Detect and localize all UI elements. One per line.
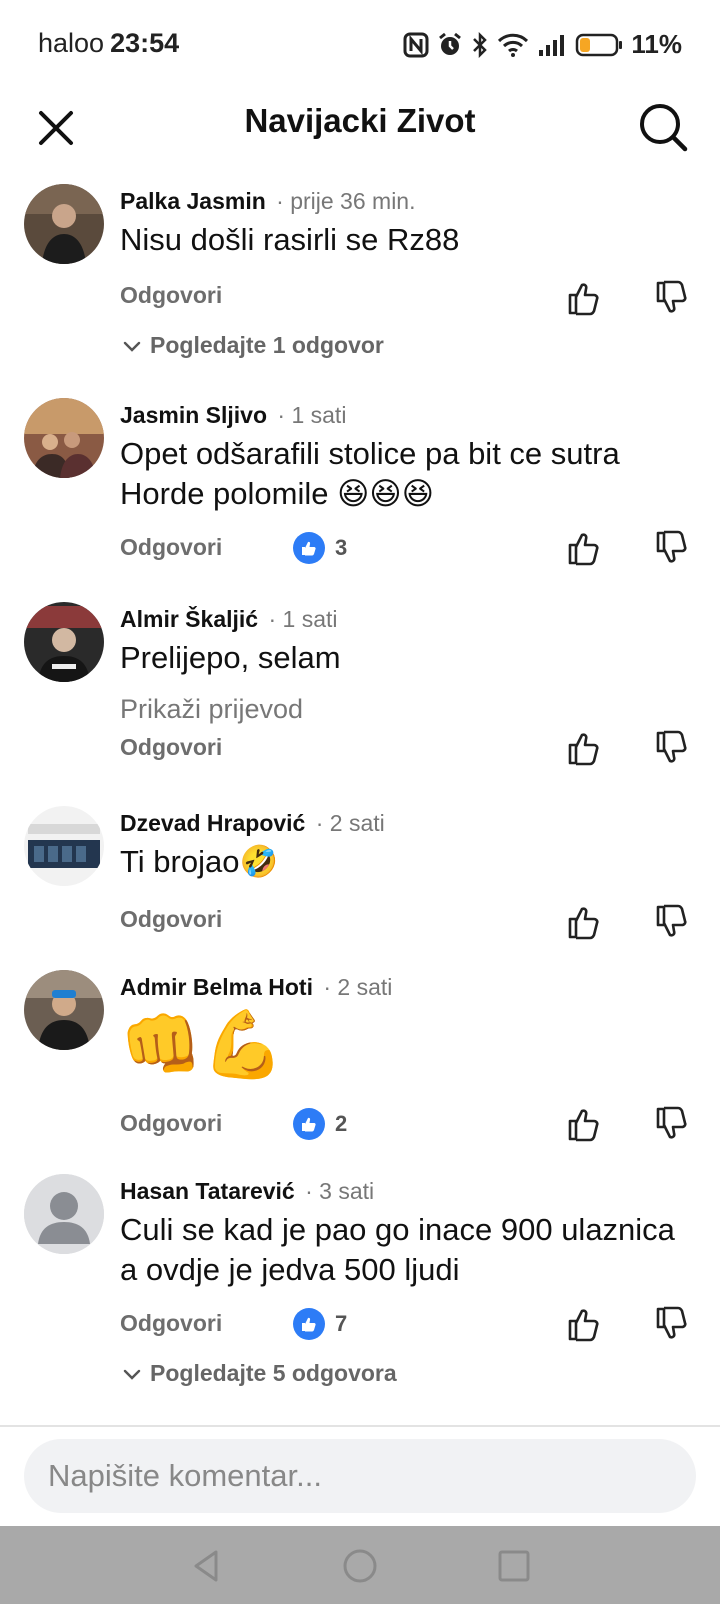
header: Navijacki Zivot: [0, 90, 720, 180]
avatar[interactable]: [24, 806, 104, 886]
thumbs-down-icon[interactable]: [652, 902, 692, 942]
comment-text: Ti brojao🤣: [120, 844, 279, 879]
comment-author[interactable]: Jasmin Sljivo: [120, 402, 267, 428]
comment-author[interactable]: Palka Jasmin: [120, 188, 266, 214]
thumbs-up-icon[interactable]: [564, 528, 604, 568]
recents-nav-icon[interactable]: [494, 1546, 534, 1586]
comment-time: · 1 sati: [277, 402, 347, 428]
comment-text: Culi se kad je pao go inace 900 ulaznica…: [120, 1212, 675, 1287]
avatar[interactable]: [24, 1174, 104, 1254]
comment-header: Hasan Tatarević · 3 sati: [120, 1178, 374, 1205]
battery-percent: 11%: [631, 29, 682, 59]
comment-author[interactable]: Dzevad Hrapović: [120, 810, 305, 836]
like-badge-icon: [293, 1308, 325, 1340]
thumbs-up-icon[interactable]: [564, 902, 604, 942]
comment-header: Almir Škaljić · 1 sati: [120, 606, 338, 633]
chevron-down-icon: [122, 1364, 142, 1384]
show-translation-link[interactable]: Prikaži prijevod: [120, 694, 303, 725]
thumbs-down-icon[interactable]: [652, 278, 692, 318]
status-bar: haloo 23:54 11%: [0, 0, 720, 90]
comment-header: Admir Belma Hoti · 2 sati: [120, 974, 392, 1001]
status-time: 23:54: [110, 28, 180, 58]
reply-button[interactable]: Odgovori: [120, 534, 222, 561]
reply-button[interactable]: Odgovori: [120, 1310, 222, 1337]
comment-input[interactable]: [24, 1439, 696, 1513]
view-replies-label: Pogledajte 1 odgovor: [150, 332, 384, 358]
thumbs-down-icon[interactable]: [652, 1104, 692, 1144]
avatar[interactable]: [24, 184, 104, 264]
thumbs-down-icon[interactable]: [652, 1304, 692, 1344]
view-replies-button[interactable]: Pogledajte 1 odgovor: [122, 332, 384, 359]
like-count: 7: [293, 1308, 347, 1340]
reply-button[interactable]: Odgovori: [120, 282, 222, 309]
comment-composer[interactable]: [24, 1439, 696, 1513]
comment-header: Palka Jasmin · prije 36 min.: [120, 188, 415, 215]
composer-divider: [0, 1425, 720, 1427]
comment-text: 👊💪: [120, 1007, 285, 1081]
thumbs-up-icon[interactable]: [564, 1104, 604, 1144]
signal-icon: [537, 32, 567, 58]
bluetooth-icon: [471, 31, 489, 58]
thumbs-up-icon[interactable]: [564, 728, 604, 768]
thumbs-down-icon[interactable]: [652, 728, 692, 768]
view-replies-label: Pogledajte 5 odgovora: [150, 1360, 397, 1386]
back-nav-icon[interactable]: [186, 1546, 226, 1586]
thumbs-up-icon[interactable]: [564, 278, 604, 318]
like-badge-icon: [293, 532, 325, 564]
carrier-name: haloo: [38, 28, 105, 58]
comment-text: Prelijepo, selam: [120, 640, 341, 675]
like-count: 2: [293, 1108, 347, 1140]
comment-header: Jasmin Sljivo · 1 sati: [120, 402, 346, 429]
avatar[interactable]: [24, 970, 104, 1050]
page-title: Navijacki Zivot: [244, 102, 476, 139]
like-count-value: 2: [335, 1111, 348, 1136]
comment-author[interactable]: Hasan Tatarević: [120, 1178, 295, 1204]
thumbs-up-icon[interactable]: [564, 1304, 604, 1344]
reply-button[interactable]: Odgovori: [120, 1110, 222, 1137]
status-icons: 11%: [403, 29, 682, 60]
like-count-value: 3: [335, 535, 348, 560]
comment-time: · 2 sati: [315, 810, 385, 836]
comment-header: Dzevad Hrapović · 2 sati: [120, 810, 385, 837]
avatar[interactable]: [24, 398, 104, 478]
battery-icon: [575, 32, 623, 58]
wifi-icon: [497, 32, 529, 58]
alarm-icon: [437, 32, 463, 58]
nfc-icon: [403, 32, 429, 58]
like-count-value: 7: [335, 1311, 348, 1336]
comment-time: · 3 sati: [305, 1178, 375, 1204]
comment-author[interactable]: Admir Belma Hoti: [120, 974, 313, 1000]
comment-text: Opet odšarafili stolice pa bit ce sutra …: [120, 436, 620, 511]
comment-text: Nisu došli rasirli se Rz88: [120, 222, 460, 257]
comment-time: · 2 sati: [323, 974, 393, 1000]
status-left: haloo 23:54: [38, 28, 179, 59]
chevron-down-icon: [122, 336, 142, 356]
reply-button[interactable]: Odgovori: [120, 734, 222, 761]
avatar[interactable]: [24, 602, 104, 682]
like-count: 3: [293, 532, 347, 564]
home-nav-icon[interactable]: [340, 1546, 380, 1586]
view-replies-button[interactable]: Pogledajte 5 odgovora: [122, 1360, 397, 1387]
comment-time: · 1 sati: [268, 606, 338, 632]
comment-time: · prije 36 min.: [276, 188, 416, 214]
comment-author[interactable]: Almir Škaljić: [120, 606, 258, 632]
reply-button[interactable]: Odgovori: [120, 906, 222, 933]
search-icon[interactable]: [636, 100, 692, 156]
system-nav-bar: [0, 1526, 720, 1604]
like-badge-icon: [293, 1108, 325, 1140]
thumbs-down-icon[interactable]: [652, 528, 692, 568]
